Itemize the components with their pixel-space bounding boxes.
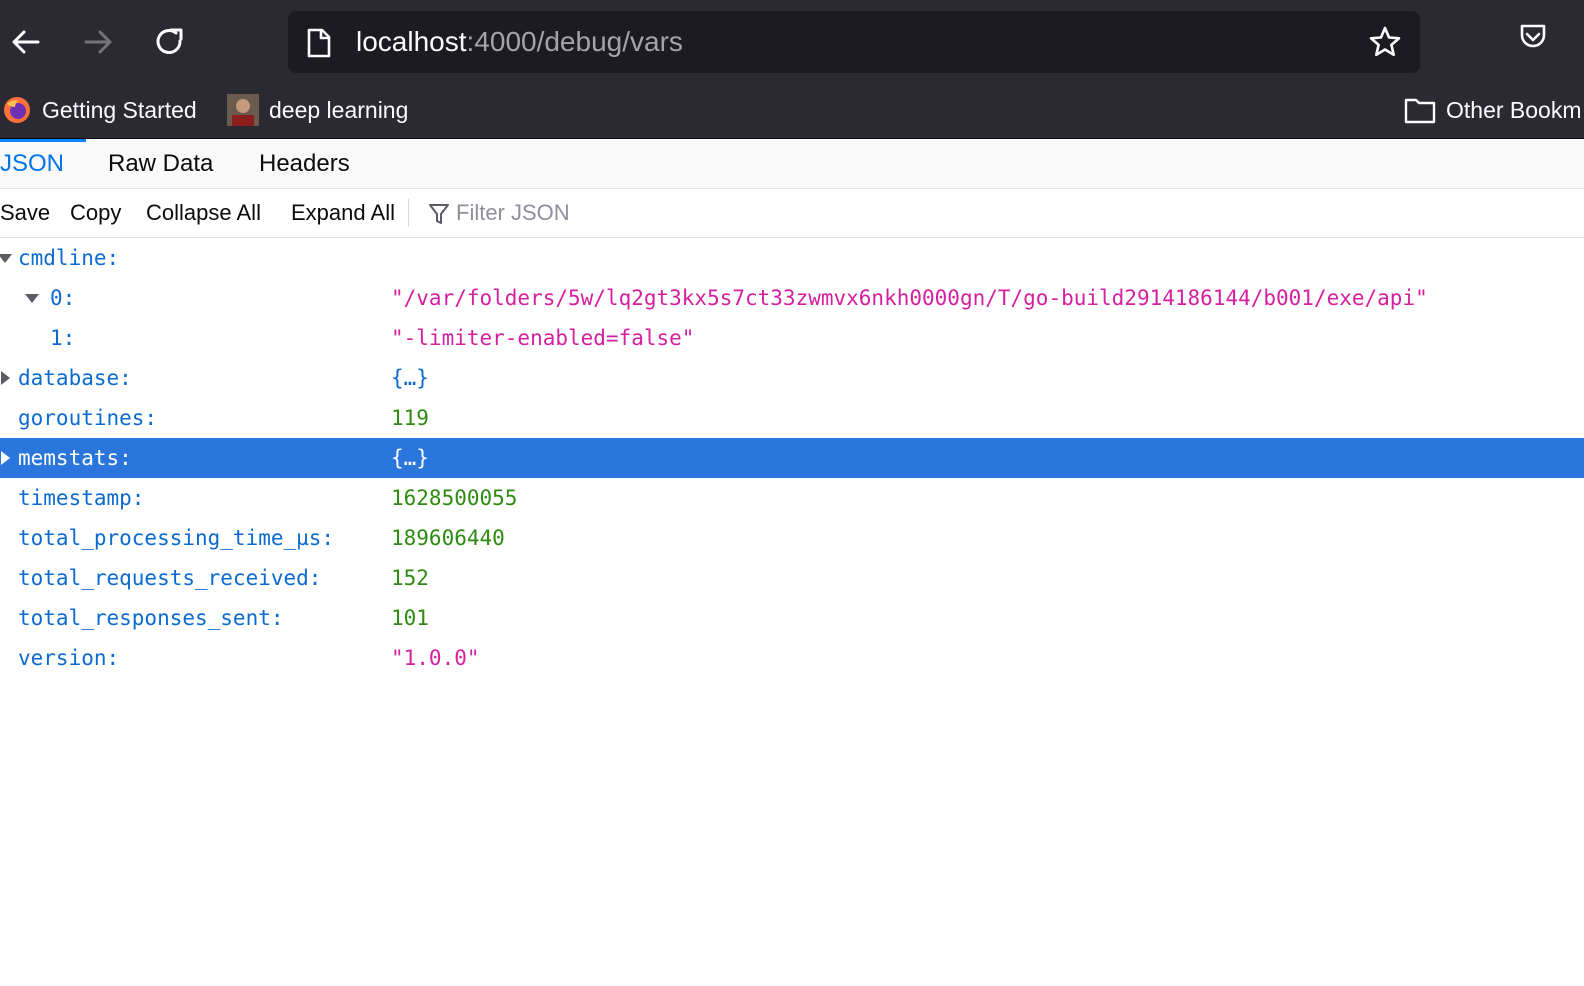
tree-row-key: timestamp: [18,486,145,510]
reload-button[interactable] [148,20,192,64]
tab-json[interactable]: JSON [0,139,86,188]
bookmark-label: deep learning [269,96,409,123]
tree-row-value: "-limiter-enabled=false" [391,326,695,350]
tree-row-value: "/var/folders/5w/lq2gt3kx5s7ct33zwmvx6nk… [391,286,1428,310]
filter-json-input[interactable] [456,197,856,229]
tree-row-value: 119 [391,406,429,430]
filter-icon [429,204,449,224]
collapsed-twisty-icon[interactable] [0,358,13,398]
tree-row[interactable]: total_processing_time_µs: 189606440 [0,518,1584,558]
tree-row-value: 152 [391,566,429,590]
tree-row-key: 0: [50,286,76,310]
star-icon[interactable] [1368,25,1402,59]
tree-row[interactable]: timestamp: 1628500055 [0,478,1584,518]
tree-row-value: 189606440 [391,526,505,550]
forward-arrow-icon [84,30,112,54]
tree-row-key: goroutines: [18,406,158,430]
toolbar-divider [408,199,409,227]
tree-row[interactable]: 0: "/var/folders/5w/lq2gt3kx5s7ct33zwmvx6… [0,278,1584,318]
bookmark-getting-started[interactable]: Getting Started [2,92,197,128]
bookmark-label: Other Bookm [1446,96,1582,123]
viewer-tabs: JSON Raw Data Headers [0,139,1584,189]
bookmark-deep-learning[interactable]: deep learning [227,92,408,128]
tree-row-key: version: [18,646,120,670]
tree-row-key: memstats: [18,446,132,470]
tree-row[interactable]: memstats: {…} [0,438,1584,478]
tree-row[interactable]: cmdline: [0,238,1584,278]
tree-row[interactable]: version: "1.0.0" [0,638,1584,678]
tree-row[interactable]: 1: "-limiter-enabled=false" [0,318,1584,358]
tab-headers[interactable]: Headers [259,139,350,188]
page-icon [307,28,331,58]
url-path: :4000/debug/vars [466,26,683,57]
url-host: localhost [356,26,467,57]
json-tree: cmdline: 0: "/var/folders/5w/lq2gt3kx5s7ct… [0,238,1584,678]
tree-row-key: 1: [50,326,76,350]
tab-raw-data[interactable]: Raw Data [108,139,213,188]
tree-row-value: "1.0.0" [391,646,480,670]
tree-row-key: total_responses_sent: [18,606,284,630]
tree-row[interactable]: total_requests_received: 152 [0,558,1584,598]
tree-row[interactable]: goroutines: 119 [0,398,1584,438]
avatar-thumbnail [227,94,259,126]
bookmark-label: Getting Started [42,96,197,123]
collapse-all-button[interactable]: Collapse All [146,189,261,237]
url-bar[interactable]: localhost:4000/debug/vars [288,11,1420,73]
navigation-toolbar: localhost:4000/debug/vars [0,0,1584,84]
tree-row-value: 1628500055 [391,486,518,510]
expand-all-button[interactable]: Expand All [291,189,395,237]
tree-row-value: {…} [391,366,429,390]
back-arrow-icon [12,30,40,54]
expanded-twisty-icon[interactable] [0,238,13,278]
pocket-icon[interactable] [1518,22,1548,52]
other-bookmarks[interactable]: Other Bookm [1404,92,1582,128]
expanded-twisty-icon[interactable] [24,278,40,318]
url-text[interactable]: localhost:4000/debug/vars [356,25,683,59]
reload-icon [156,28,183,54]
forward-button[interactable] [76,20,120,64]
copy-button[interactable]: Copy [70,189,121,237]
tree-row-key: total_requests_received: [18,566,322,590]
tree-row-value: {…} [391,446,429,470]
firefox-icon [4,97,30,123]
tree-row[interactable]: total_responses_sent: 101 [0,598,1584,638]
tree-row-value: 101 [391,606,429,630]
save-button[interactable]: Save [0,189,50,237]
folder-icon [1404,98,1436,124]
tree-row-key: cmdline: [18,246,120,270]
browser-chrome: localhost:4000/debug/vars Getting Starte… [0,0,1584,139]
tree-row[interactable]: database: {…} [0,358,1584,398]
json-toolbar: Save Copy Collapse All Expand All [0,189,1584,238]
collapsed-twisty-icon[interactable] [0,438,13,478]
tree-row-key: database: [18,366,132,390]
back-button[interactable] [4,20,48,64]
bookmarks-toolbar: Getting Started deep learning Other Book… [0,84,1584,139]
tree-row-key: total_processing_time_µs: [18,526,335,550]
